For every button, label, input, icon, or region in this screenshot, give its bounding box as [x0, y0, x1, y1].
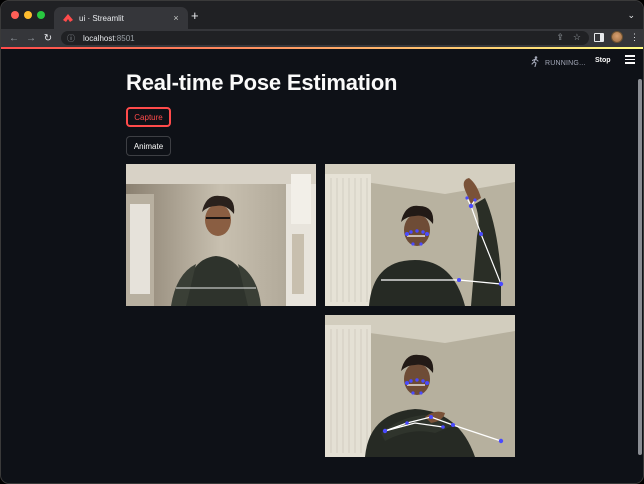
pose-image-crossed-arms [325, 315, 515, 457]
streamlit-app: RUNNING... Stop Real-time Pose Estimatio… [1, 49, 643, 483]
site-info-icon[interactable]: ⓘ [67, 33, 75, 44]
close-window-button[interactable] [11, 11, 19, 19]
bookmark-star-icon[interactable]: ☆ [573, 32, 581, 43]
back-icon[interactable]: ← [7, 33, 21, 44]
webcam-image [126, 164, 316, 306]
url-port: :8501 [114, 33, 135, 43]
page-title: Real-time Pose Estimation [126, 70, 398, 95]
stop-button[interactable]: Stop [595, 57, 611, 64]
capture-button[interactable]: Capture [126, 107, 171, 127]
forward-icon[interactable]: → [24, 33, 38, 44]
tab-close-icon[interactable]: × [169, 13, 183, 23]
url-text: localhost:8501 [83, 34, 135, 43]
browser-menu-icon[interactable]: ⋮ [630, 32, 639, 43]
running-label: RUNNING... [545, 59, 586, 67]
url-host: localhost [83, 33, 115, 43]
side-panel-icon[interactable] [594, 32, 604, 42]
maximize-window-button[interactable] [37, 11, 45, 19]
running-man-icon [530, 56, 540, 70]
scrollbar[interactable] [638, 79, 642, 455]
reload-icon[interactable]: ↻ [41, 33, 55, 44]
hamburger-menu-icon[interactable] [625, 55, 635, 66]
share-icon[interactable]: ⇪ [556, 32, 564, 43]
tab-search-icon[interactable]: ⌄ [627, 10, 635, 21]
streamlit-favicon-icon [63, 13, 73, 23]
running-status: RUNNING... [530, 56, 586, 70]
address-bar[interactable]: ⓘ localhost:8501 ⇪ ☆ [61, 31, 589, 45]
animate-button[interactable]: Animate [126, 136, 171, 156]
minimize-window-button[interactable] [24, 11, 32, 19]
browser-tab[interactable]: ui · Streamlit × [54, 7, 188, 29]
new-tab-button[interactable]: + [191, 9, 199, 23]
profile-avatar[interactable] [611, 31, 623, 43]
pose-image-raised-arm [325, 164, 515, 306]
tab-title: ui · Streamlit [79, 13, 124, 23]
browser-toolbar: ← → ↻ ⓘ localhost:8501 ⇪ ☆ ⋮ [1, 29, 643, 47]
tab-strip: ui · Streamlit × + ⌄ [1, 1, 643, 29]
browser-window: ui · Streamlit × + ⌄ ← → ↻ ⓘ localhost:8… [0, 0, 644, 484]
